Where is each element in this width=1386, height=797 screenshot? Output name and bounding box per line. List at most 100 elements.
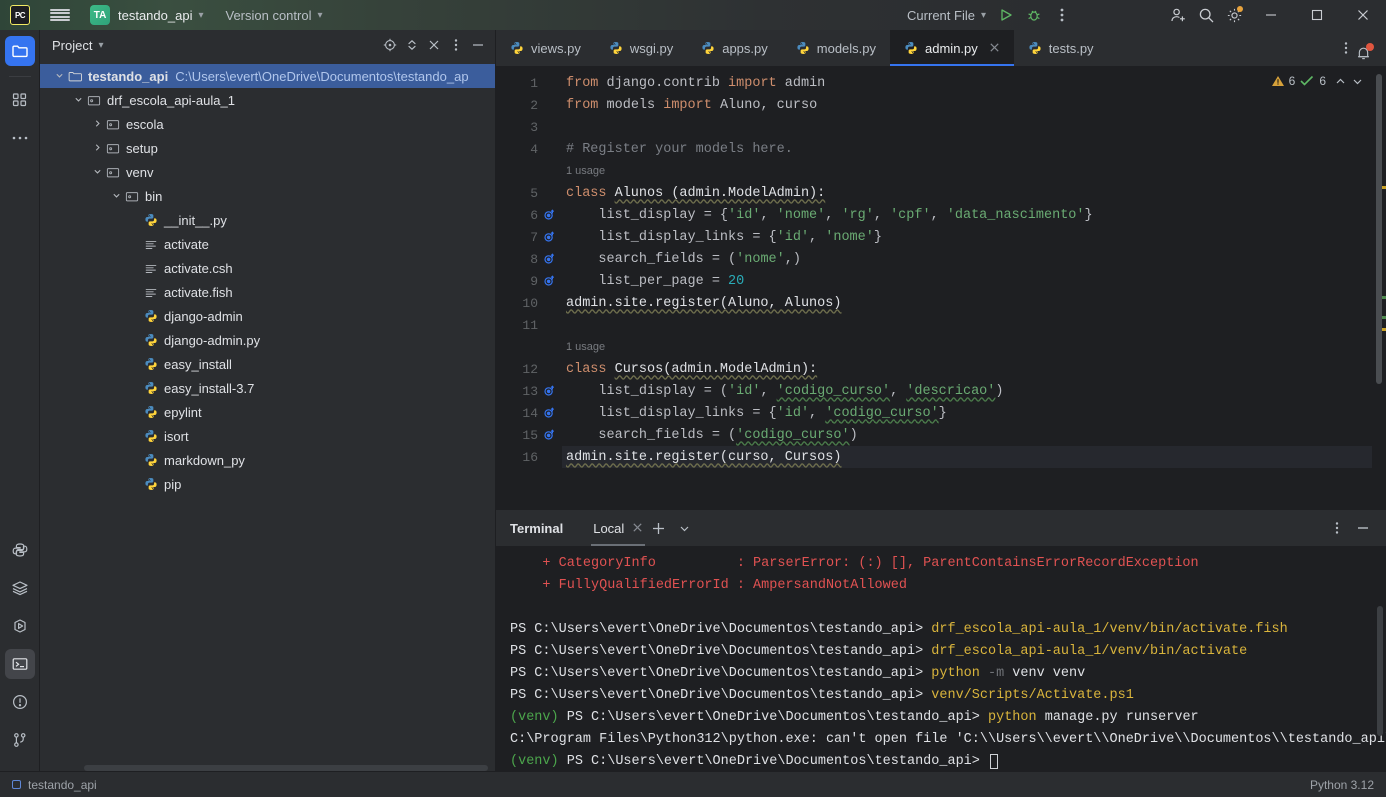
editor-gutter[interactable]: 1 2 3 4 5 6 7 8 9 10 11 12 13 14 15 16 bbox=[496, 66, 562, 509]
gutter-line-10[interactable]: 10 bbox=[496, 292, 562, 314]
gutter-line-1[interactable]: 1 bbox=[496, 72, 562, 94]
code-line-16[interactable]: admin.site.register(curso, Cursos) bbox=[562, 446, 1386, 468]
usage-inlay-hint[interactable]: 1 usage bbox=[562, 160, 1386, 182]
tree-node-escola[interactable]: escola bbox=[40, 112, 495, 136]
window-close-icon[interactable] bbox=[1340, 0, 1386, 30]
plus-icon[interactable] bbox=[645, 515, 671, 541]
gutter-line-9[interactable]: 9 bbox=[496, 270, 562, 292]
gutter-line-2[interactable]: 2 bbox=[496, 94, 562, 116]
code-line-6[interactable]: list_display = {'id', 'nome', 'rg', 'cpf… bbox=[562, 204, 1386, 226]
editor-tab-close-icon[interactable] bbox=[989, 41, 1000, 56]
gutter-line-13[interactable]: 13 bbox=[496, 380, 562, 402]
chevron-right-icon[interactable] bbox=[90, 143, 104, 154]
project-selector[interactable]: testando_api ▾ bbox=[110, 8, 203, 23]
tree-node-bin[interactable]: bin bbox=[40, 184, 495, 208]
code-line-11[interactable] bbox=[562, 314, 1386, 336]
run-tool-window-button[interactable] bbox=[5, 611, 35, 641]
usage-inlay-hint[interactable]: 1 usage bbox=[562, 336, 1386, 358]
python-console-button[interactable] bbox=[5, 535, 35, 565]
version-control-tool-window-button[interactable] bbox=[5, 725, 35, 755]
gutter-line-5[interactable]: 5 bbox=[496, 182, 562, 204]
project-badge[interactable]: TA bbox=[90, 5, 110, 25]
code-line-5[interactable]: class Alunos (admin.ModelAdmin): bbox=[562, 182, 1386, 204]
tree-node-epylint[interactable]: epylint bbox=[40, 400, 495, 424]
project-tree-horizontal-scrollbar[interactable] bbox=[84, 765, 488, 771]
code-line-7[interactable]: list_display_links = {'id', 'nome'} bbox=[562, 226, 1386, 248]
version-control-menu[interactable]: Version control ▾ bbox=[203, 8, 322, 23]
debug-icon[interactable] bbox=[1020, 0, 1048, 30]
chevron-down-icon[interactable] bbox=[671, 515, 697, 541]
gutter-line-3[interactable]: 3 bbox=[496, 116, 562, 138]
run-icon[interactable] bbox=[992, 0, 1020, 30]
status-project-label[interactable]: testando_api bbox=[28, 778, 97, 792]
terminal-output[interactable]: + CategoryInfo : ParserError: (:) [], Pa… bbox=[496, 546, 1386, 771]
gutter-line-12[interactable]: 12 bbox=[496, 358, 562, 380]
close-icon[interactable] bbox=[423, 34, 445, 56]
project-tool-window-button[interactable] bbox=[4, 36, 35, 66]
tree-node-markdown-py[interactable]: markdown_py bbox=[40, 448, 495, 472]
override-marker-icon[interactable] bbox=[542, 429, 556, 441]
chevron-down-icon[interactable] bbox=[90, 167, 104, 178]
terminal-tool-window-button[interactable] bbox=[4, 649, 35, 679]
code-line-8[interactable]: search_fields = ('nome',) bbox=[562, 248, 1386, 270]
tree-node-venv[interactable]: venv bbox=[40, 160, 495, 184]
search-icon[interactable] bbox=[1192, 0, 1220, 30]
chevron-down-icon[interactable] bbox=[52, 71, 66, 82]
tree-node-testando-api[interactable]: testando_api C:\Users\evert\OneDrive\Docu… bbox=[40, 64, 495, 88]
hamburger-menu-icon[interactable] bbox=[50, 7, 70, 23]
window-minimize-icon[interactable] bbox=[1248, 0, 1294, 30]
override-marker-icon[interactable] bbox=[542, 209, 556, 221]
code-line-10[interactable]: admin.site.register(Aluno, Alunos) bbox=[562, 292, 1386, 314]
code-line-4[interactable]: # Register your models here. bbox=[562, 138, 1386, 160]
gutter-line-6[interactable]: 6 bbox=[496, 204, 562, 226]
gutter-line-16[interactable]: 16 bbox=[496, 446, 562, 468]
tree-node-django-admin-py[interactable]: django-admin.py bbox=[40, 328, 495, 352]
editor-tab-views-py[interactable]: views.py bbox=[496, 30, 595, 66]
project-tree[interactable]: testando_api C:\Users\evert\OneDrive\Docu… bbox=[40, 60, 495, 771]
tree-node-easy-install[interactable]: easy_install bbox=[40, 352, 495, 376]
gutter-line-15[interactable]: 15 bbox=[496, 424, 562, 446]
editor-vertical-scrollbar[interactable] bbox=[1376, 74, 1382, 384]
more-tool-windows-button[interactable] bbox=[5, 123, 35, 153]
tree-node-setup[interactable]: setup bbox=[40, 136, 495, 160]
code-line-12[interactable]: class Cursos(admin.ModelAdmin): bbox=[562, 358, 1386, 380]
tree-node-activate-csh[interactable]: activate.csh bbox=[40, 256, 495, 280]
add-user-icon[interactable] bbox=[1164, 0, 1192, 30]
override-marker-icon[interactable] bbox=[542, 253, 556, 265]
code-text[interactable]: from django.contrib import admin from mod… bbox=[562, 66, 1386, 509]
terminal-session-tab[interactable]: Local bbox=[591, 510, 646, 546]
code-line-3[interactable] bbox=[562, 116, 1386, 138]
gutter-line-11[interactable]: 11 bbox=[496, 314, 562, 336]
hide-icon[interactable] bbox=[1350, 515, 1376, 541]
gear-icon[interactable] bbox=[1220, 0, 1248, 30]
editor-tab-wsgi-py[interactable]: wsgi.py bbox=[595, 30, 687, 66]
editor-tab-admin-py[interactable]: admin.py bbox=[890, 30, 1014, 66]
problems-tool-window-button[interactable] bbox=[5, 687, 35, 717]
code-line-9[interactable]: list_per_page = 20 bbox=[562, 270, 1386, 292]
chevron-right-icon[interactable] bbox=[90, 119, 104, 130]
hide-icon[interactable] bbox=[467, 34, 489, 56]
tree-node-isort[interactable]: isort bbox=[40, 424, 495, 448]
override-marker-icon[interactable] bbox=[542, 231, 556, 243]
window-maximize-icon[interactable] bbox=[1294, 0, 1340, 30]
chevron-down-icon[interactable] bbox=[71, 95, 85, 106]
gutter-line-8[interactable]: 8 bbox=[496, 248, 562, 270]
locate-icon[interactable] bbox=[379, 34, 401, 56]
code-line-15[interactable]: search_fields = ('codigo_curso') bbox=[562, 424, 1386, 446]
tree-node-django-admin[interactable]: django-admin bbox=[40, 304, 495, 328]
code-viewport[interactable]: 1 2 3 4 5 6 7 8 9 10 11 12 13 14 15 16 from django.cont… bbox=[496, 66, 1386, 509]
editor-tab-bar[interactable]: views.py wsgi.py apps.py models.py admin.py t… bbox=[496, 30, 1386, 66]
gutter-line-4[interactable]: 4 bbox=[496, 138, 562, 160]
services-tool-window-button[interactable] bbox=[5, 573, 35, 603]
python-interpreter-label[interactable]: Python 3.12 bbox=[1310, 778, 1374, 792]
commit-tool-window-button[interactable] bbox=[5, 85, 35, 115]
run-configuration-selector[interactable]: Current File ▾ bbox=[907, 8, 986, 23]
editor-tab-apps-py[interactable]: apps.py bbox=[687, 30, 782, 66]
override-marker-icon[interactable] bbox=[542, 407, 556, 419]
options-icon[interactable] bbox=[445, 34, 467, 56]
code-line-2[interactable]: from models import Aluno, curso bbox=[562, 94, 1386, 116]
inspection-status-widget[interactable]: 6 6 bbox=[1271, 74, 1364, 88]
code-line-1[interactable]: from django.contrib import admin bbox=[562, 72, 1386, 94]
tree-node-activate[interactable]: activate bbox=[40, 232, 495, 256]
chevron-down-icon[interactable]: ▾ bbox=[98, 40, 103, 51]
